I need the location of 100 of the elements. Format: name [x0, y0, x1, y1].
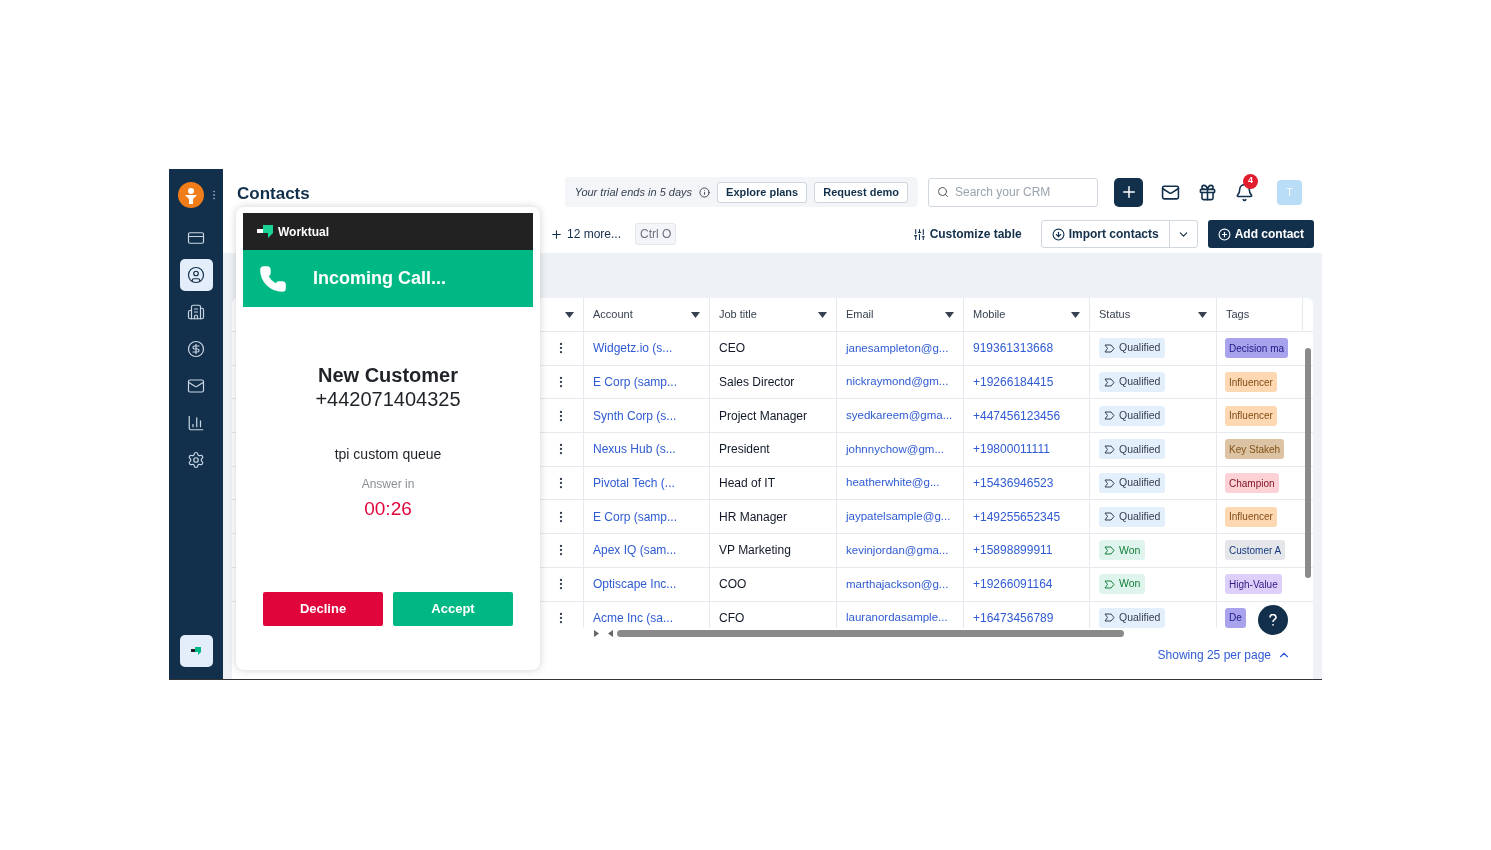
caret-icon[interactable]	[945, 311, 954, 318]
column-header[interactable]: Mobile	[964, 298, 1090, 331]
phone-link[interactable]: 919361313668	[973, 339, 1054, 358]
caret-icon[interactable]	[691, 311, 700, 318]
user-icon	[187, 266, 205, 284]
table-cell-text: CEO	[719, 340, 745, 358]
email-link[interactable]: nickraymond@gm...	[846, 373, 949, 391]
account-link[interactable]: E Corp (samp...	[593, 373, 678, 392]
tag-badge: Decision ma	[1225, 338, 1289, 359]
phone-icon	[259, 264, 287, 293]
scroll-left-icon	[608, 629, 613, 637]
dollar-icon	[187, 340, 205, 358]
trial-button[interactable]: Request demo	[814, 181, 908, 203]
building-icon	[187, 303, 205, 321]
countdown-label: Answer in	[361, 476, 415, 493]
logo-icon[interactable]	[178, 182, 204, 208]
email-link[interactable]: jaypatelsample@g...	[846, 508, 951, 526]
email-link[interactable]: lauranordasample...	[846, 609, 948, 627]
worktual-logo-icon	[257, 224, 274, 239]
info-icon[interactable]	[699, 186, 711, 198]
status-badge: Qualified	[1099, 372, 1166, 393]
account-link[interactable]: E Corp (samp...	[593, 507, 678, 526]
column-header[interactable]: Email	[837, 298, 964, 331]
account-link[interactable]: Synth Corp (s...	[593, 406, 677, 425]
banner-text: Incoming Call...	[313, 267, 446, 290]
account-link[interactable]: Widgetz.io (s...	[593, 339, 673, 358]
settings-icon	[187, 451, 205, 469]
status-badge: Qualified	[1099, 607, 1166, 628]
search-field[interactable]: Search your CRM	[928, 177, 1098, 207]
table-cell-text: President	[719, 441, 770, 459]
email-link[interactable]: heatherwhite@g...	[846, 474, 940, 492]
mail-icon	[187, 377, 205, 395]
account-link[interactable]: Acme Inc (sa...	[593, 608, 674, 627]
caret-icon[interactable]	[818, 311, 827, 318]
phone-link[interactable]: +19266184415	[973, 373, 1054, 392]
horizontal-scrollbar[interactable]	[617, 629, 1124, 637]
customize-table-button[interactable]: Customize table	[912, 225, 1022, 243]
nav-item[interactable]	[179, 259, 213, 291]
column-header[interactable]: Job title	[710, 298, 837, 331]
tag-badge: Influencer	[1225, 405, 1277, 426]
tag-icon	[1104, 512, 1115, 522]
trial-button[interactable]: Explore plans	[717, 181, 808, 203]
scroll-right-icon	[594, 629, 599, 637]
account-link[interactable]: Apex IQ (sam...	[593, 541, 677, 560]
caret-icon[interactable]	[1071, 311, 1080, 318]
status-badge: Won	[1099, 540, 1146, 561]
caller-name: New Customer	[318, 363, 458, 387]
page-title: Contacts	[237, 183, 310, 206]
tag-badge: Key Stakeh	[1225, 439, 1285, 460]
account-link[interactable]: Pivotal Tech (...	[593, 474, 675, 493]
phone-link[interactable]: +447456123456	[973, 406, 1061, 425]
status-badge: Qualified	[1099, 506, 1166, 527]
tag-badge: Champion	[1225, 473, 1279, 494]
account-link[interactable]: Nexus Hub (s...	[593, 440, 676, 459]
chart-icon	[187, 414, 205, 432]
caret-icon[interactable]	[1198, 311, 1207, 318]
account-link[interactable]: Optiscape Inc...	[593, 575, 677, 594]
status-badge: Qualified	[1099, 405, 1166, 426]
tag-icon	[1104, 478, 1115, 488]
vertical-scrollbar[interactable]	[1305, 348, 1311, 578]
phone-link[interactable]: +19800011111	[973, 440, 1050, 459]
table-cell-text: VP Marketing	[719, 542, 791, 560]
mail-icon[interactable]	[1161, 182, 1180, 202]
email-link[interactable]: syedkareem@gma...	[846, 407, 953, 425]
brand-name: Worktual	[278, 223, 330, 241]
table-cell-text: Head of IT	[719, 475, 776, 493]
tag-badge: Influencer	[1225, 372, 1277, 393]
email-link[interactable]: kevinjordan@gma...	[846, 541, 949, 560]
table-cell-text: HR Manager	[719, 508, 788, 526]
call-action-button[interactable]: Decline	[263, 591, 383, 626]
phone-link[interactable]: +15436946523	[973, 474, 1054, 493]
download-icon	[1051, 227, 1065, 241]
phone-link[interactable]: +149255652345	[973, 507, 1061, 526]
add-contact-button[interactable]: Add contact	[1207, 220, 1314, 248]
bell-icon[interactable]	[1235, 182, 1254, 202]
phone-widget-button[interactable]	[179, 635, 213, 667]
help-button[interactable]	[1258, 605, 1288, 635]
more-views-button[interactable]: 12 more...	[550, 225, 622, 243]
phone-link[interactable]: +16473456789	[973, 608, 1054, 627]
pagination-link[interactable]: Showing 25 per page	[1157, 645, 1291, 664]
email-link[interactable]: janesampleton@g...	[846, 339, 949, 357]
status-badge: Won	[1099, 574, 1146, 595]
email-link[interactable]: johnnychow@gm...	[846, 440, 944, 459]
widget-logo-icon	[191, 647, 201, 655]
column-header[interactable]: Status	[1090, 298, 1217, 331]
notification-badge: 4	[1243, 173, 1258, 189]
shortcut-hint: Ctrl O	[635, 223, 677, 245]
add-button[interactable]	[1114, 177, 1143, 207]
email-link[interactable]: marthajackson@g...	[846, 575, 949, 593]
phone-link[interactable]: +19266091164	[973, 575, 1053, 594]
tag-badge: Customer A	[1225, 540, 1286, 561]
tag-icon	[1104, 411, 1115, 421]
column-header[interactable]: Tags	[1217, 298, 1303, 331]
import-contacts-button[interactable]: Import contacts	[1041, 221, 1169, 247]
card-icon	[187, 229, 205, 247]
column-header[interactable]: Account	[584, 298, 710, 331]
phone-link[interactable]: +15898899911	[973, 541, 1053, 560]
plus-icon	[550, 227, 563, 241]
caret-icon[interactable]	[565, 311, 574, 318]
gift-icon[interactable]	[1198, 182, 1217, 202]
